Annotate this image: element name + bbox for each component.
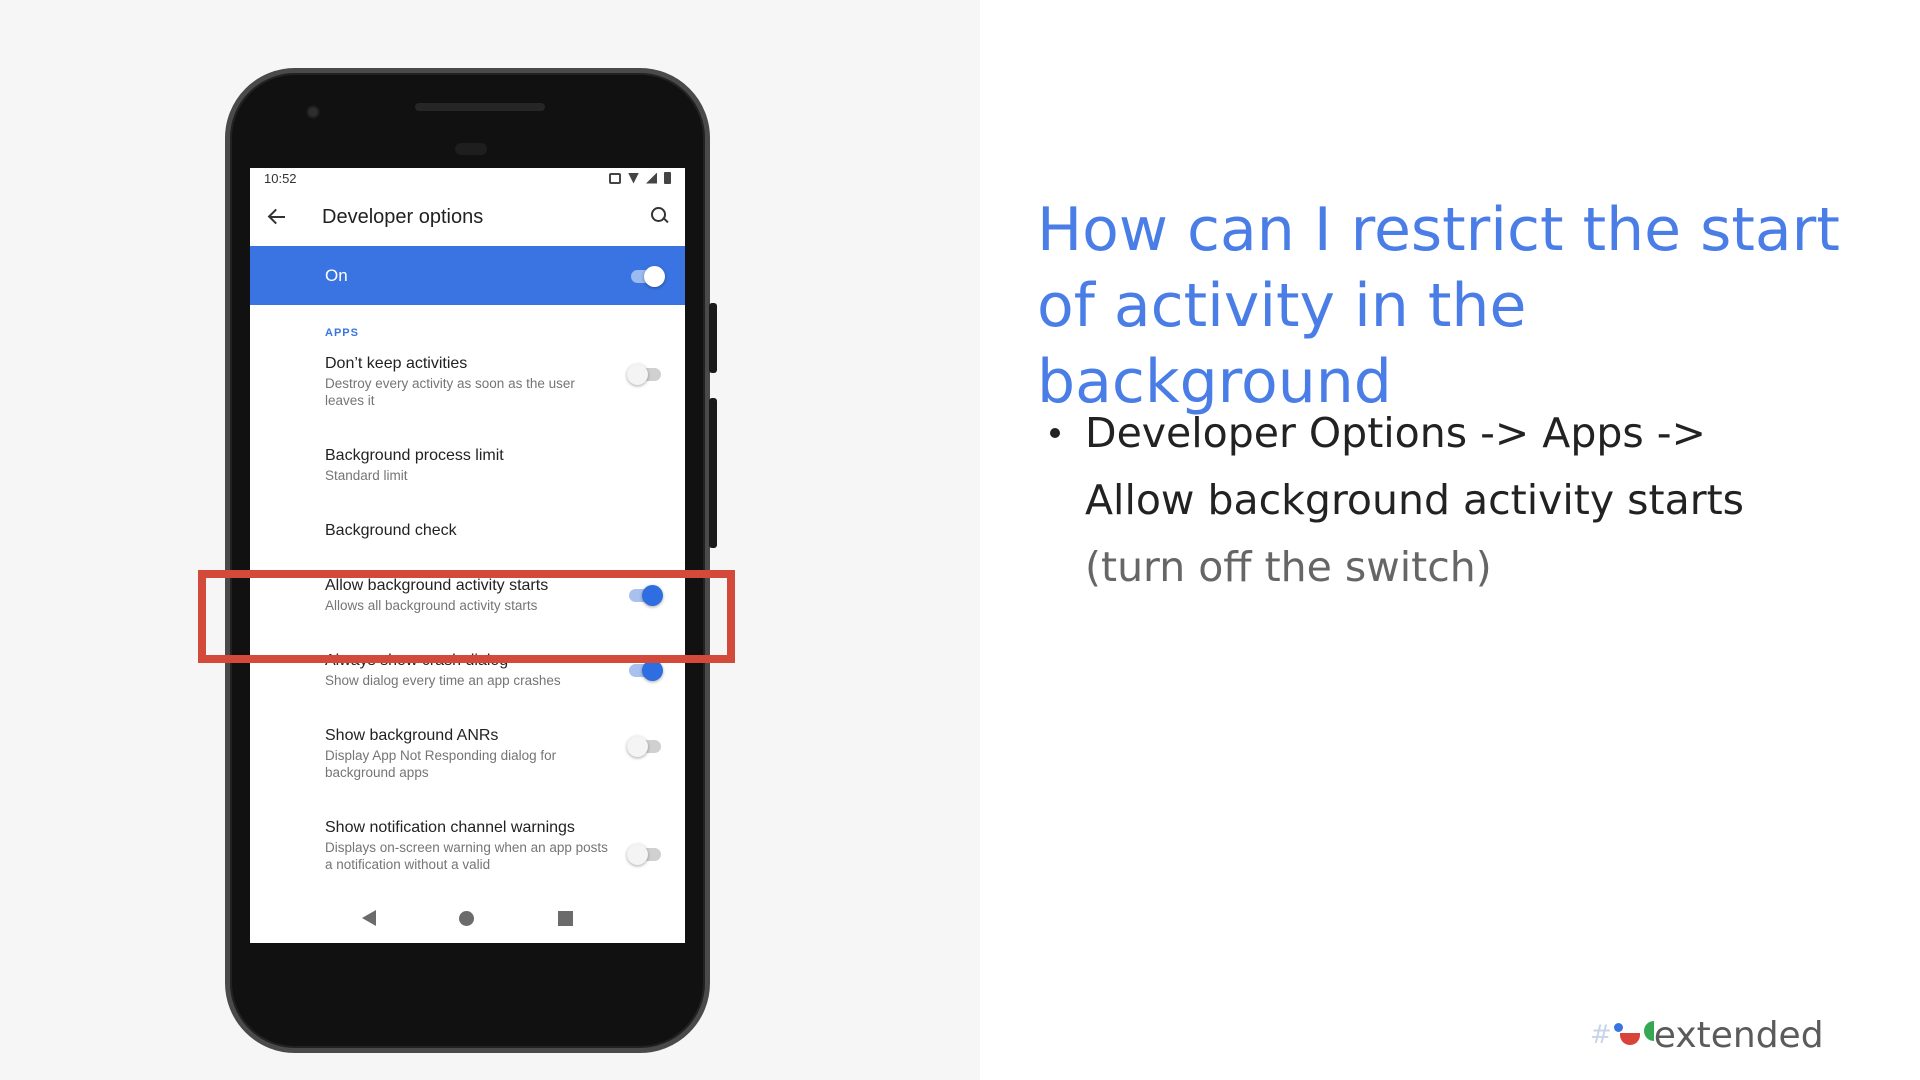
nav-back-icon[interactable] <box>361 910 376 926</box>
front-camera-icon <box>306 105 320 119</box>
setting-title: Don’t keep activities <box>325 355 468 372</box>
setting-summary: Displays on-screen warning when an app p… <box>325 840 608 872</box>
bullet-line-2: Allow background activity starts <box>1085 476 1745 524</box>
setting-show-notification-channel-warnings[interactable]: Show notification channel warnings Displ… <box>250 817 685 897</box>
brand-text: extended <box>1653 1014 1824 1056</box>
setting-background-check[interactable]: Background check <box>250 520 685 575</box>
bullet-line-1: Developer Options -> Apps -> <box>1085 409 1706 457</box>
volume-button <box>709 398 717 548</box>
master-switch-bar[interactable]: On <box>250 246 685 305</box>
status-icons <box>609 172 671 184</box>
nav-recents-icon[interactable] <box>558 910 574 926</box>
setting-summary: Show dialog every time an app crashes <box>325 673 561 688</box>
setting-dont-keep-activities[interactable]: Don’t keep activities Destroy every acti… <box>250 353 685 445</box>
master-toggle[interactable] <box>629 265 665 287</box>
status-bar: 10:52 <box>250 168 685 188</box>
setting-title: Background check <box>325 522 457 539</box>
setting-summary: Display App Not Responding dialog for ba… <box>325 748 557 780</box>
battery-icon <box>664 172 671 184</box>
power-button <box>709 303 717 373</box>
brand-dot-green <box>1643 1021 1654 1041</box>
wifi-icon <box>628 172 639 184</box>
section-header-apps: APPS <box>325 327 359 339</box>
phone-mockup: 10:52 Developer options On APPS Don’t ke… <box>225 68 717 1053</box>
setting-show-background-anrs[interactable]: Show background ANRs Display App Not Res… <box>250 725 685 817</box>
master-switch-label: On <box>325 265 348 285</box>
toggle-thumb <box>644 265 665 287</box>
bullet-item: Developer Options -> Apps -> Allow backg… <box>1050 400 1870 601</box>
brand-dot-red <box>1619 1033 1640 1045</box>
phone-screen: 10:52 Developer options On APPS Don’t ke… <box>250 168 685 943</box>
earpiece <box>455 143 487 155</box>
signal-icon <box>646 172 657 184</box>
toggle-thumb <box>627 364 648 385</box>
status-time: 10:52 <box>264 170 297 186</box>
setting-background-process-limit[interactable]: Background process limit Standard limit <box>250 445 685 520</box>
search-icon[interactable] <box>649 205 671 227</box>
left-panel: 10:52 Developer options On APPS Don’t ke… <box>0 0 980 1080</box>
setting-title: Show notification channel warnings <box>325 819 575 836</box>
setting-title: Background process limit <box>325 447 504 464</box>
back-arrow-icon[interactable] <box>266 205 290 229</box>
setting-summary: Destroy every activity as soon as the us… <box>325 376 575 408</box>
brand-logo: # extended <box>1590 1010 1860 1060</box>
system-nav-bar <box>250 893 685 943</box>
highlight-box <box>198 570 735 663</box>
toggle-thumb <box>642 660 663 681</box>
toggle-dont-keep-activities[interactable] <box>627 363 663 385</box>
speaker-grille <box>415 103 545 111</box>
vibrate-icon <box>609 172 621 184</box>
nav-home-icon[interactable] <box>459 910 475 926</box>
toggle-show-notification-channel-warnings[interactable] <box>627 843 663 865</box>
setting-title: Show background ANRs <box>325 727 499 744</box>
bullet-note: (turn off the switch) <box>1085 543 1492 591</box>
app-bar: Developer options <box>250 188 685 246</box>
toggle-thumb <box>627 844 648 865</box>
bullet-dot <box>1050 428 1060 438</box>
page-title: Developer options <box>322 205 484 228</box>
toggle-thumb <box>627 736 648 757</box>
setting-summary: Standard limit <box>325 468 408 483</box>
brand-dot-blue <box>1613 1023 1623 1032</box>
toggle-show-background-anrs[interactable] <box>627 735 663 757</box>
brand-mark-icon <box>1606 1015 1656 1055</box>
slide-headline: How can I restrict the start of activity… <box>1037 195 1840 417</box>
